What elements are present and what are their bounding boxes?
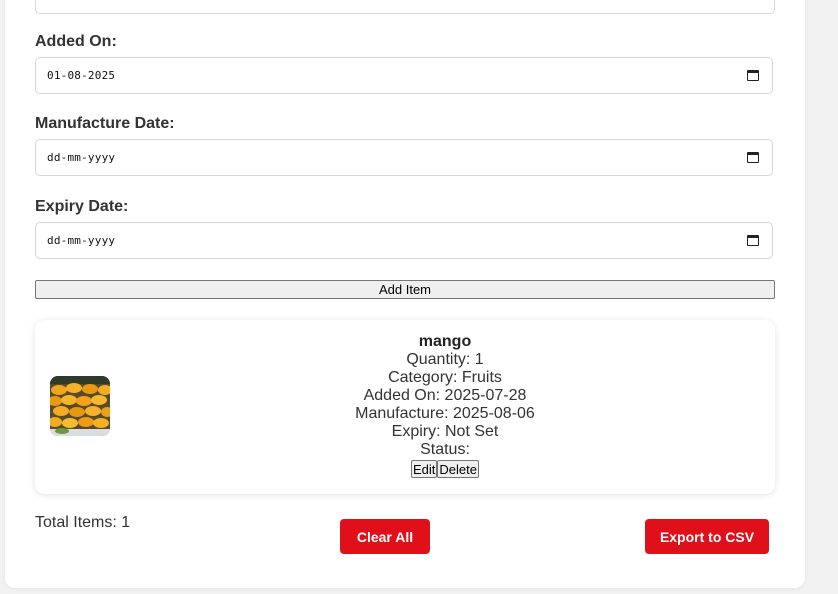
item-status: Status:	[420, 441, 470, 458]
item-card: mango Quantity: 1 Category: Fruits Added…	[35, 320, 775, 494]
manufacture-date-input[interactable]: dd-mm-yyyy	[35, 139, 773, 176]
expiry-date-value: dd-mm-yyyy	[47, 234, 116, 247]
added-on-date-value: 01-08-2025	[47, 69, 116, 82]
previous-field-input[interactable]	[35, 0, 775, 14]
added-on-date-input[interactable]: 01-08-2025	[35, 57, 773, 94]
expiry-date-label: Expiry Date:	[35, 198, 129, 215]
manufacture-date-value: dd-mm-yyyy	[47, 151, 116, 164]
export-csv-button[interactable]: Export to CSV	[645, 519, 769, 554]
item-actions: Edit Delete	[35, 460, 838, 478]
item-expiry: Expiry: Not Set	[391, 423, 499, 440]
calendar-icon[interactable]	[747, 70, 759, 81]
item-name: mango	[418, 333, 472, 350]
added-on-label: Added On:	[35, 33, 117, 50]
item-category: Category: Fruits	[388, 369, 502, 386]
item-details: mango Quantity: 1 Category: Fruits Added…	[35, 333, 838, 478]
expiry-date-input[interactable]: dd-mm-yyyy	[35, 222, 773, 259]
delete-button[interactable]: Delete	[437, 460, 479, 478]
add-item-button[interactable]: Add Item	[35, 280, 775, 299]
edit-button[interactable]: Edit	[411, 460, 438, 478]
manufacture-date-label: Manufacture Date:	[35, 115, 175, 132]
item-manufacture: Manufacture: 2025-08-06	[355, 405, 535, 422]
item-added-on: Added On: 2025-07-28	[363, 387, 527, 404]
calendar-icon[interactable]	[747, 235, 759, 246]
item-quantity: Quantity: 1	[406, 351, 484, 368]
clear-all-button[interactable]: Clear All	[340, 519, 430, 554]
calendar-icon[interactable]	[747, 152, 759, 163]
total-items: Total Items: 1	[35, 514, 131, 531]
